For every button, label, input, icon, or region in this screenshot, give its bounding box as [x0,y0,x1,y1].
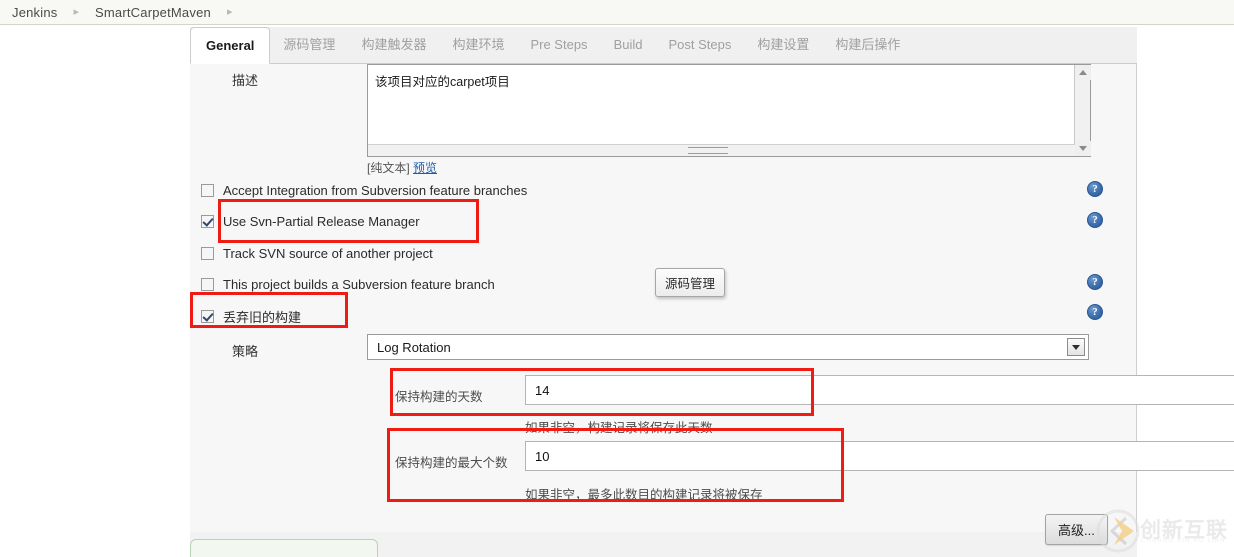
strategy-select-value: Log Rotation [377,339,451,355]
help-icon[interactable]: ? [1087,212,1103,228]
breadcrumb: Jenkins ▸ SmartCarpetMaven ▸ [0,0,1234,25]
description-vertical-scrollbar[interactable] [1074,65,1091,156]
checkbox-subversion-feature-branch[interactable] [201,277,214,291]
checkbox-row-discard-old-builds[interactable]: 丢弃旧的构建 [201,306,301,326]
tab-build[interactable]: Build [601,27,656,63]
help-icon[interactable]: ? [1087,181,1103,197]
breadcrumb-item-jenkins[interactable]: Jenkins [10,5,59,20]
checkbox-row-svn-partial-release-manager[interactable]: Use Svn-Partial Release Manager [201,211,420,231]
tab-post-steps[interactable]: Post Steps [655,27,744,63]
checkbox-label: Use Svn-Partial Release Manager [223,213,420,229]
watermark-subtext: CHUANG XIN HU LIAN [1141,538,1226,544]
help-icon[interactable]: ? [1087,304,1103,320]
tab-post-build-actions[interactable]: 构建后操作 [822,27,913,63]
screen-root: Jenkins ▸ SmartCarpetMaven ▸ General 源码管… [0,0,1234,557]
general-form: 描述 该项目对应的carpet项目 [纯文本] 预览 Accept Integr… [190,64,1234,545]
breadcrumb-separator-icon: ▸ [73,5,80,18]
tab-build-triggers[interactable]: 构建触发器 [348,27,439,63]
scroll-thumb[interactable] [688,147,728,154]
description-label: 描述 [231,73,258,88]
checkbox-label: Accept Integration from Subversion featu… [223,182,528,198]
preview-link[interactable]: 预览 [413,161,437,175]
breadcrumb-item-project[interactable]: SmartCarpetMaven [93,5,213,20]
checkbox-label: Track SVN source of another project [223,245,433,261]
tab-build-environment[interactable]: 构建环境 [439,27,517,63]
max-builds-to-keep-help-text: 如果非空，最多此数目的构建记录将被保存 [525,488,763,502]
tab-pre-steps[interactable]: Pre Steps [517,27,600,63]
scroll-down-icon[interactable] [1075,141,1091,156]
checkbox-label: 丢弃旧的构建 [223,309,302,325]
max-builds-to-keep-input[interactable]: 10 [525,441,1234,471]
help-icon[interactable]: ? [1087,274,1103,290]
checkbox-row-subversion-feature-branch[interactable]: This project builds a Subversion feature… [201,274,495,294]
description-textarea[interactable]: 该项目对应的carpet项目 [367,64,1091,157]
tab-build-settings[interactable]: 构建设置 [744,27,822,63]
bottom-sticky-bar [190,539,378,557]
checkbox-row-accept-integration[interactable]: Accept Integration from Subversion featu… [201,180,527,200]
checkbox-svn-partial-release-manager[interactable] [201,214,214,228]
tab-general[interactable]: General [190,27,271,64]
watermark-logo: 创新互联 CHUANG XIN HU LIAN [1096,505,1234,557]
watermark-mark-icon [1096,509,1140,553]
tab-source-code-management[interactable]: 源码管理 [270,27,348,63]
checkbox-label: This project builds a Subversion feature… [223,276,495,292]
config-tabbar: General 源码管理 构建触发器 构建环境 Pre Steps Build … [190,27,1137,64]
days-to-keep-label: 保持构建的天数 [395,390,483,404]
description-textarea-value: 该项目对应的carpet项目 [375,75,510,89]
checkbox-track-svn-source[interactable] [201,246,214,260]
chevron-down-icon[interactable] [1067,338,1085,356]
description-horizontal-scrollbar[interactable] [368,144,1075,156]
strategy-label: 策略 [231,344,258,359]
scm-tooltip-button[interactable]: 源码管理 [655,268,726,297]
days-to-keep-help-text: 如果非空，构建记录将保存此天数 [525,421,713,435]
max-builds-to-keep-label: 保持构建的最大个数 [395,456,508,470]
markup-type-label: [纯文本] [367,161,410,175]
breadcrumb-separator-icon: ▸ [226,5,233,18]
scroll-up-icon[interactable] [1075,65,1091,80]
days-to-keep-input[interactable]: 14 [525,375,1234,405]
checkbox-row-track-svn-source[interactable]: Track SVN source of another project [201,243,433,263]
strategy-select[interactable]: Log Rotation [367,334,1089,360]
checkbox-discard-old-builds[interactable] [201,309,214,323]
description-footer: [纯文本] 预览 [367,159,437,176]
checkbox-accept-integration[interactable] [201,183,214,197]
